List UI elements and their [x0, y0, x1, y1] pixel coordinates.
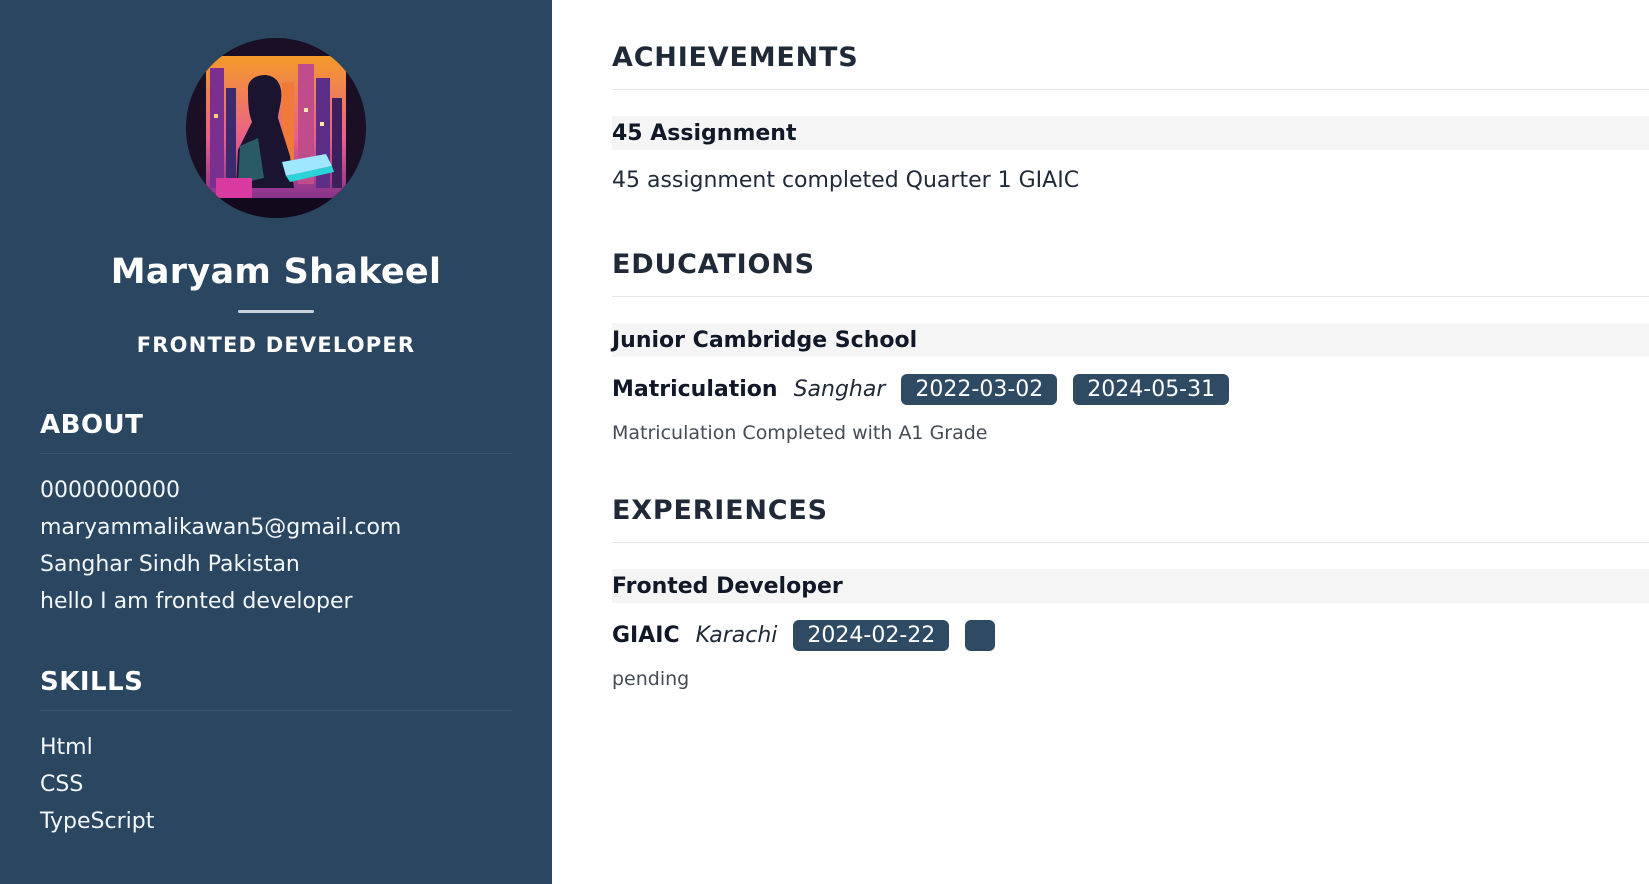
experience-location: Karachi	[695, 622, 778, 648]
experiences-heading: EXPERIENCES	[612, 495, 828, 526]
sidebar: Maryam Shakeel FRONTED DEVELOPER ABOUT 0…	[0, 0, 552, 884]
skill-item: CSS	[40, 772, 84, 797]
location-text: Sanghar Sindh Pakistan	[40, 552, 300, 577]
about-heading: ABOUT	[40, 410, 144, 440]
resume-page: Maryam Shakeel FRONTED DEVELOPER ABOUT 0…	[0, 0, 1649, 884]
skills-section: SKILLS Html CSS TypeScript	[40, 666, 512, 840]
experience-title: Fronted Developer	[612, 569, 1649, 603]
phone-number: 0000000000	[40, 478, 180, 503]
experience-meta: GIAIC Karachi 2024-02-22	[612, 619, 1649, 651]
achievement-description: 45 assignment completed Quarter 1 GIAIC	[612, 168, 1080, 193]
email-address: maryammalikawan5@gmail.com	[40, 515, 402, 540]
skills-list: Html CSS TypeScript	[40, 729, 512, 840]
profile-name: Maryam Shakeel	[110, 252, 442, 292]
achievements-heading: ACHIEVEMENTS	[612, 42, 859, 73]
educations-section: EDUCATIONS Junior Cambridge School Matri…	[612, 247, 1649, 447]
education-location: Sanghar	[793, 376, 886, 402]
experiences-divider	[612, 542, 1649, 543]
education-meta: Matriculation Sanghar 2022-03-02 2024-05…	[612, 373, 1649, 405]
main-content: ACHIEVEMENTS 45 Assignment 45 assignment…	[552, 0, 1649, 884]
education-end-date-badge: 2024-05-31	[1073, 373, 1230, 405]
achievement-title: 45 Assignment	[612, 116, 1649, 150]
about-section: ABOUT 0000000000 maryammalikawan5@gmail.…	[40, 409, 512, 620]
educations-heading: EDUCATIONS	[612, 249, 815, 280]
profile-role: FRONTED DEVELOPER	[136, 333, 416, 357]
education-degree: Matriculation	[612, 376, 778, 402]
avatar	[186, 38, 366, 218]
experiences-section: EXPERIENCES Fronted Developer GIAIC Kara…	[612, 493, 1649, 693]
education-school: Junior Cambridge School	[612, 323, 1649, 357]
experience-start-date-badge: 2024-02-22	[793, 619, 950, 651]
skill-item: Html	[40, 735, 93, 760]
skills-divider	[40, 710, 512, 711]
achievements-divider	[612, 89, 1649, 90]
educations-divider	[612, 296, 1649, 297]
avatar-illustration	[186, 38, 366, 218]
education-note: Matriculation Completed with A1 Grade	[612, 422, 988, 444]
skills-heading: SKILLS	[40, 667, 144, 697]
education-start-date-badge: 2022-03-02	[901, 373, 1058, 405]
skill-item: TypeScript	[40, 809, 155, 834]
about-divider	[40, 453, 512, 454]
experience-note: pending	[612, 668, 690, 690]
about-list: 0000000000 maryammalikawan5@gmail.com Sa…	[40, 472, 512, 620]
experience-end-date-badge	[965, 619, 996, 651]
bio-text: hello I am fronted developer	[40, 589, 353, 614]
achievements-section: ACHIEVEMENTS 45 Assignment 45 assignment…	[612, 40, 1649, 196]
experience-company: GIAIC	[612, 622, 680, 648]
name-divider	[238, 310, 314, 313]
